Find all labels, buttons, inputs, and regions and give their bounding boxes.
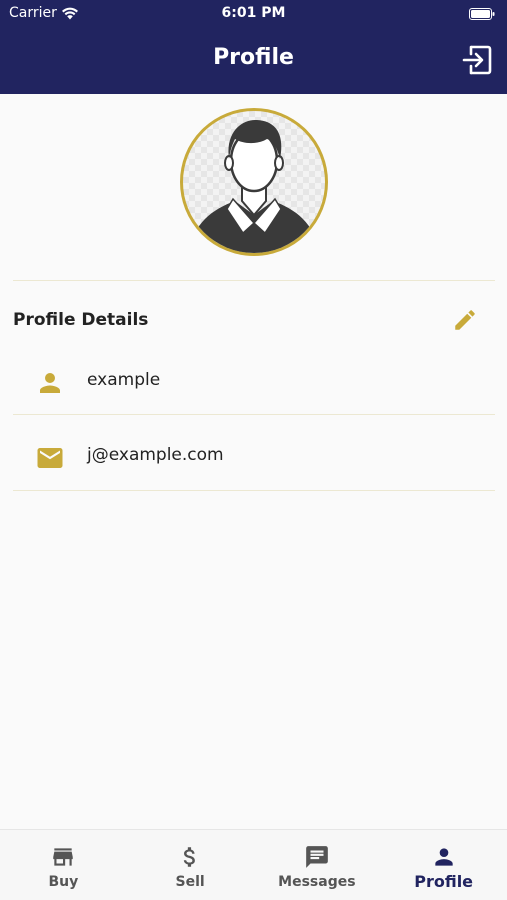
- user-avatar-icon: [189, 119, 319, 253]
- email-row: j@example.com: [13, 425, 495, 485]
- nav-label-messages: Messages: [278, 874, 356, 890]
- nav-item-sell[interactable]: Sell: [127, 830, 254, 900]
- nav-item-profile[interactable]: Profile: [380, 830, 507, 900]
- logout-button[interactable]: [461, 44, 493, 76]
- mail-icon: [33, 443, 67, 473]
- store-icon: [53, 848, 74, 866]
- nav-label-profile: Profile: [414, 872, 474, 891]
- message-icon: [306, 846, 328, 868]
- person-icon: [434, 848, 453, 866]
- username-divider: [13, 414, 495, 415]
- profile-screen: Carrier 6:01 PM Profile Profile Details …: [0, 0, 507, 900]
- nav-item-messages[interactable]: Messages: [254, 830, 381, 900]
- username-row: example: [13, 350, 495, 410]
- status-bar: Carrier 6:01 PM: [0, 0, 507, 28]
- person-icon: [33, 368, 67, 398]
- page-title: Profile: [213, 45, 294, 70]
- app-header: Carrier 6:01 PM Profile: [0, 0, 507, 94]
- dollar-icon: [183, 847, 195, 867]
- status-time: 6:01 PM: [221, 5, 286, 21]
- profile-details-heading: Profile Details: [13, 310, 149, 330]
- email-value: j@example.com: [87, 445, 224, 465]
- battery-icon: [469, 8, 495, 24]
- edit-profile-button[interactable]: [452, 307, 478, 333]
- bottom-navigation: Buy Sell Messages Profile: [0, 829, 507, 900]
- email-divider: [13, 490, 495, 491]
- avatar[interactable]: [180, 108, 328, 256]
- nav-label-sell: Sell: [175, 874, 205, 890]
- pencil-icon: [455, 310, 475, 330]
- username-value: example: [87, 370, 161, 390]
- nav-label-buy: Buy: [48, 874, 79, 890]
- logout-icon: [462, 45, 492, 75]
- nav-item-buy[interactable]: Buy: [0, 830, 127, 900]
- avatar-divider: [13, 280, 495, 281]
